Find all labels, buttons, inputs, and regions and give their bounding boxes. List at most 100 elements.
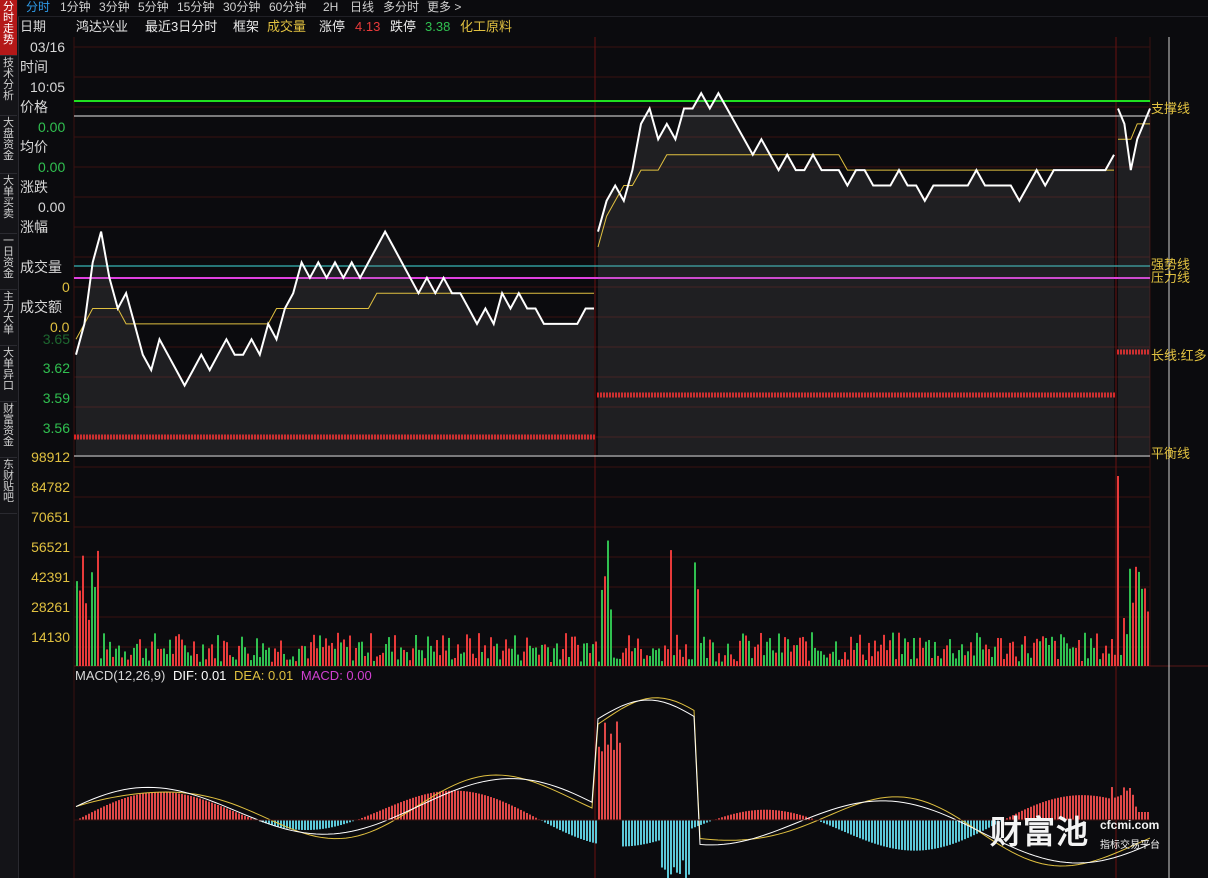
volume-bar [970, 642, 972, 666]
volume-bar [208, 648, 210, 666]
volume-bar [598, 661, 600, 666]
period-tab[interactable]: 60分钟 [269, 0, 306, 15]
macd-bar [583, 820, 585, 840]
price-tick: 3.56 [42, 420, 70, 436]
volume-bar [229, 655, 231, 666]
period-tab[interactable]: 30分钟 [223, 0, 260, 15]
macd-bar [313, 820, 315, 830]
volume-bar [658, 648, 660, 666]
macd-bar [472, 792, 474, 820]
macd-bar [745, 811, 747, 820]
volume-bar [718, 653, 720, 666]
frame-label[interactable]: 框架 [233, 19, 259, 35]
volume-bar [376, 656, 378, 666]
side-tab[interactable]: 财富资金 [0, 402, 17, 458]
side-tab-bar: 分时走势 技术分析 大盘资金 大单买卖 一日资金 主力大单 大单异口 财富资金 东财贴吧 [0, 0, 19, 878]
macd-bar [646, 820, 648, 844]
stock-name[interactable]: 鸿达兴业 [76, 19, 128, 35]
side-tab[interactable]: 大盘资金 [0, 116, 17, 174]
macd-bar [970, 820, 972, 837]
macd-bar [319, 820, 321, 830]
macd-bar [310, 820, 312, 830]
volume-bar [109, 641, 111, 666]
volume-bar [832, 651, 834, 666]
macd-bar [901, 820, 903, 850]
volume-bar [682, 656, 684, 666]
volume-bar [1123, 618, 1125, 666]
volume-bar [1096, 633, 1098, 666]
volume-bar [451, 659, 453, 666]
volume-bar [1054, 640, 1056, 666]
volume-value: 0 [62, 279, 70, 295]
macd-bar [385, 808, 387, 820]
volume-bar [79, 590, 81, 666]
macd-bar [103, 806, 105, 820]
volume-bar [868, 642, 870, 666]
volume-bar [886, 650, 888, 666]
macd-bar [799, 814, 801, 820]
side-tab[interactable]: 分时走势 [0, 0, 17, 56]
macd-bar [871, 820, 873, 843]
macd-bar [175, 793, 177, 820]
volume-bar [94, 587, 96, 666]
period-tab[interactable]: 多分时 [383, 0, 419, 15]
volume-bar [115, 648, 117, 666]
volume-bar [577, 644, 579, 666]
macd-bar [340, 820, 342, 826]
period-tab[interactable]: 5分钟 [138, 0, 169, 15]
macd-bar [466, 791, 468, 820]
period-tab[interactable]: 3分钟 [99, 0, 130, 15]
macd-bar [139, 794, 141, 820]
sector-label[interactable]: 化工原料 [460, 19, 512, 35]
side-tab[interactable]: 主力大单 [0, 290, 17, 346]
period-tab[interactable]: 日线 [350, 0, 374, 15]
volume-bar [1132, 602, 1134, 666]
volume-bar [1033, 642, 1035, 666]
volume-bar [757, 644, 759, 666]
volume-bar [319, 635, 321, 666]
volume-bar [205, 659, 207, 666]
macd-bar [586, 820, 588, 841]
volume-bar [142, 657, 144, 666]
volume-bar [211, 644, 213, 666]
side-tab[interactable]: 大单异口 [0, 346, 17, 402]
macd-bar [868, 820, 870, 842]
macd-bar [445, 790, 447, 820]
macd-bar [229, 809, 231, 820]
macd-bar [448, 790, 450, 820]
volume-bar [193, 641, 195, 666]
side-tab[interactable]: 技术分析 [0, 56, 17, 116]
macd-bar [334, 820, 336, 827]
volume-bar [895, 659, 897, 666]
volume-bar [505, 639, 507, 666]
macd-bar [760, 809, 762, 820]
period-tab[interactable]: 1分钟 [60, 0, 91, 15]
volume-bar [187, 652, 189, 666]
macd-title[interactable]: MACD(12,26,9) [75, 668, 165, 683]
volume-bar [898, 632, 900, 666]
macd-header: MACD(12,26,9) DIF: 0.01 DEA: 0.01 MACD: … [75, 668, 376, 684]
macd-bar [739, 812, 741, 820]
volume-bar [124, 651, 126, 666]
volume-bar [499, 659, 501, 666]
volume-bar [196, 653, 198, 666]
period-tab[interactable]: 分时 [26, 0, 50, 15]
macd-bar [163, 792, 165, 820]
volume-bar [100, 658, 102, 666]
volume-bar [1060, 634, 1062, 666]
period-tab[interactable]: 15分钟 [177, 0, 214, 15]
volume-bar [841, 659, 843, 666]
volume-bar [355, 647, 357, 666]
period-tab[interactable]: 更多 > [427, 0, 461, 15]
macd-bar [415, 796, 417, 820]
side-tab[interactable]: 一日资金 [0, 234, 17, 290]
side-tab[interactable]: 大单买卖 [0, 174, 17, 234]
macd-bar [298, 820, 300, 830]
volume-bar [271, 661, 273, 666]
period-tab[interactable]: 2H [323, 0, 338, 15]
volume-bar [817, 650, 819, 666]
macd-bar [478, 793, 480, 820]
volume-bar [295, 661, 297, 666]
volume-bar [943, 649, 945, 666]
side-tab[interactable]: 东财贴吧 [0, 458, 17, 514]
